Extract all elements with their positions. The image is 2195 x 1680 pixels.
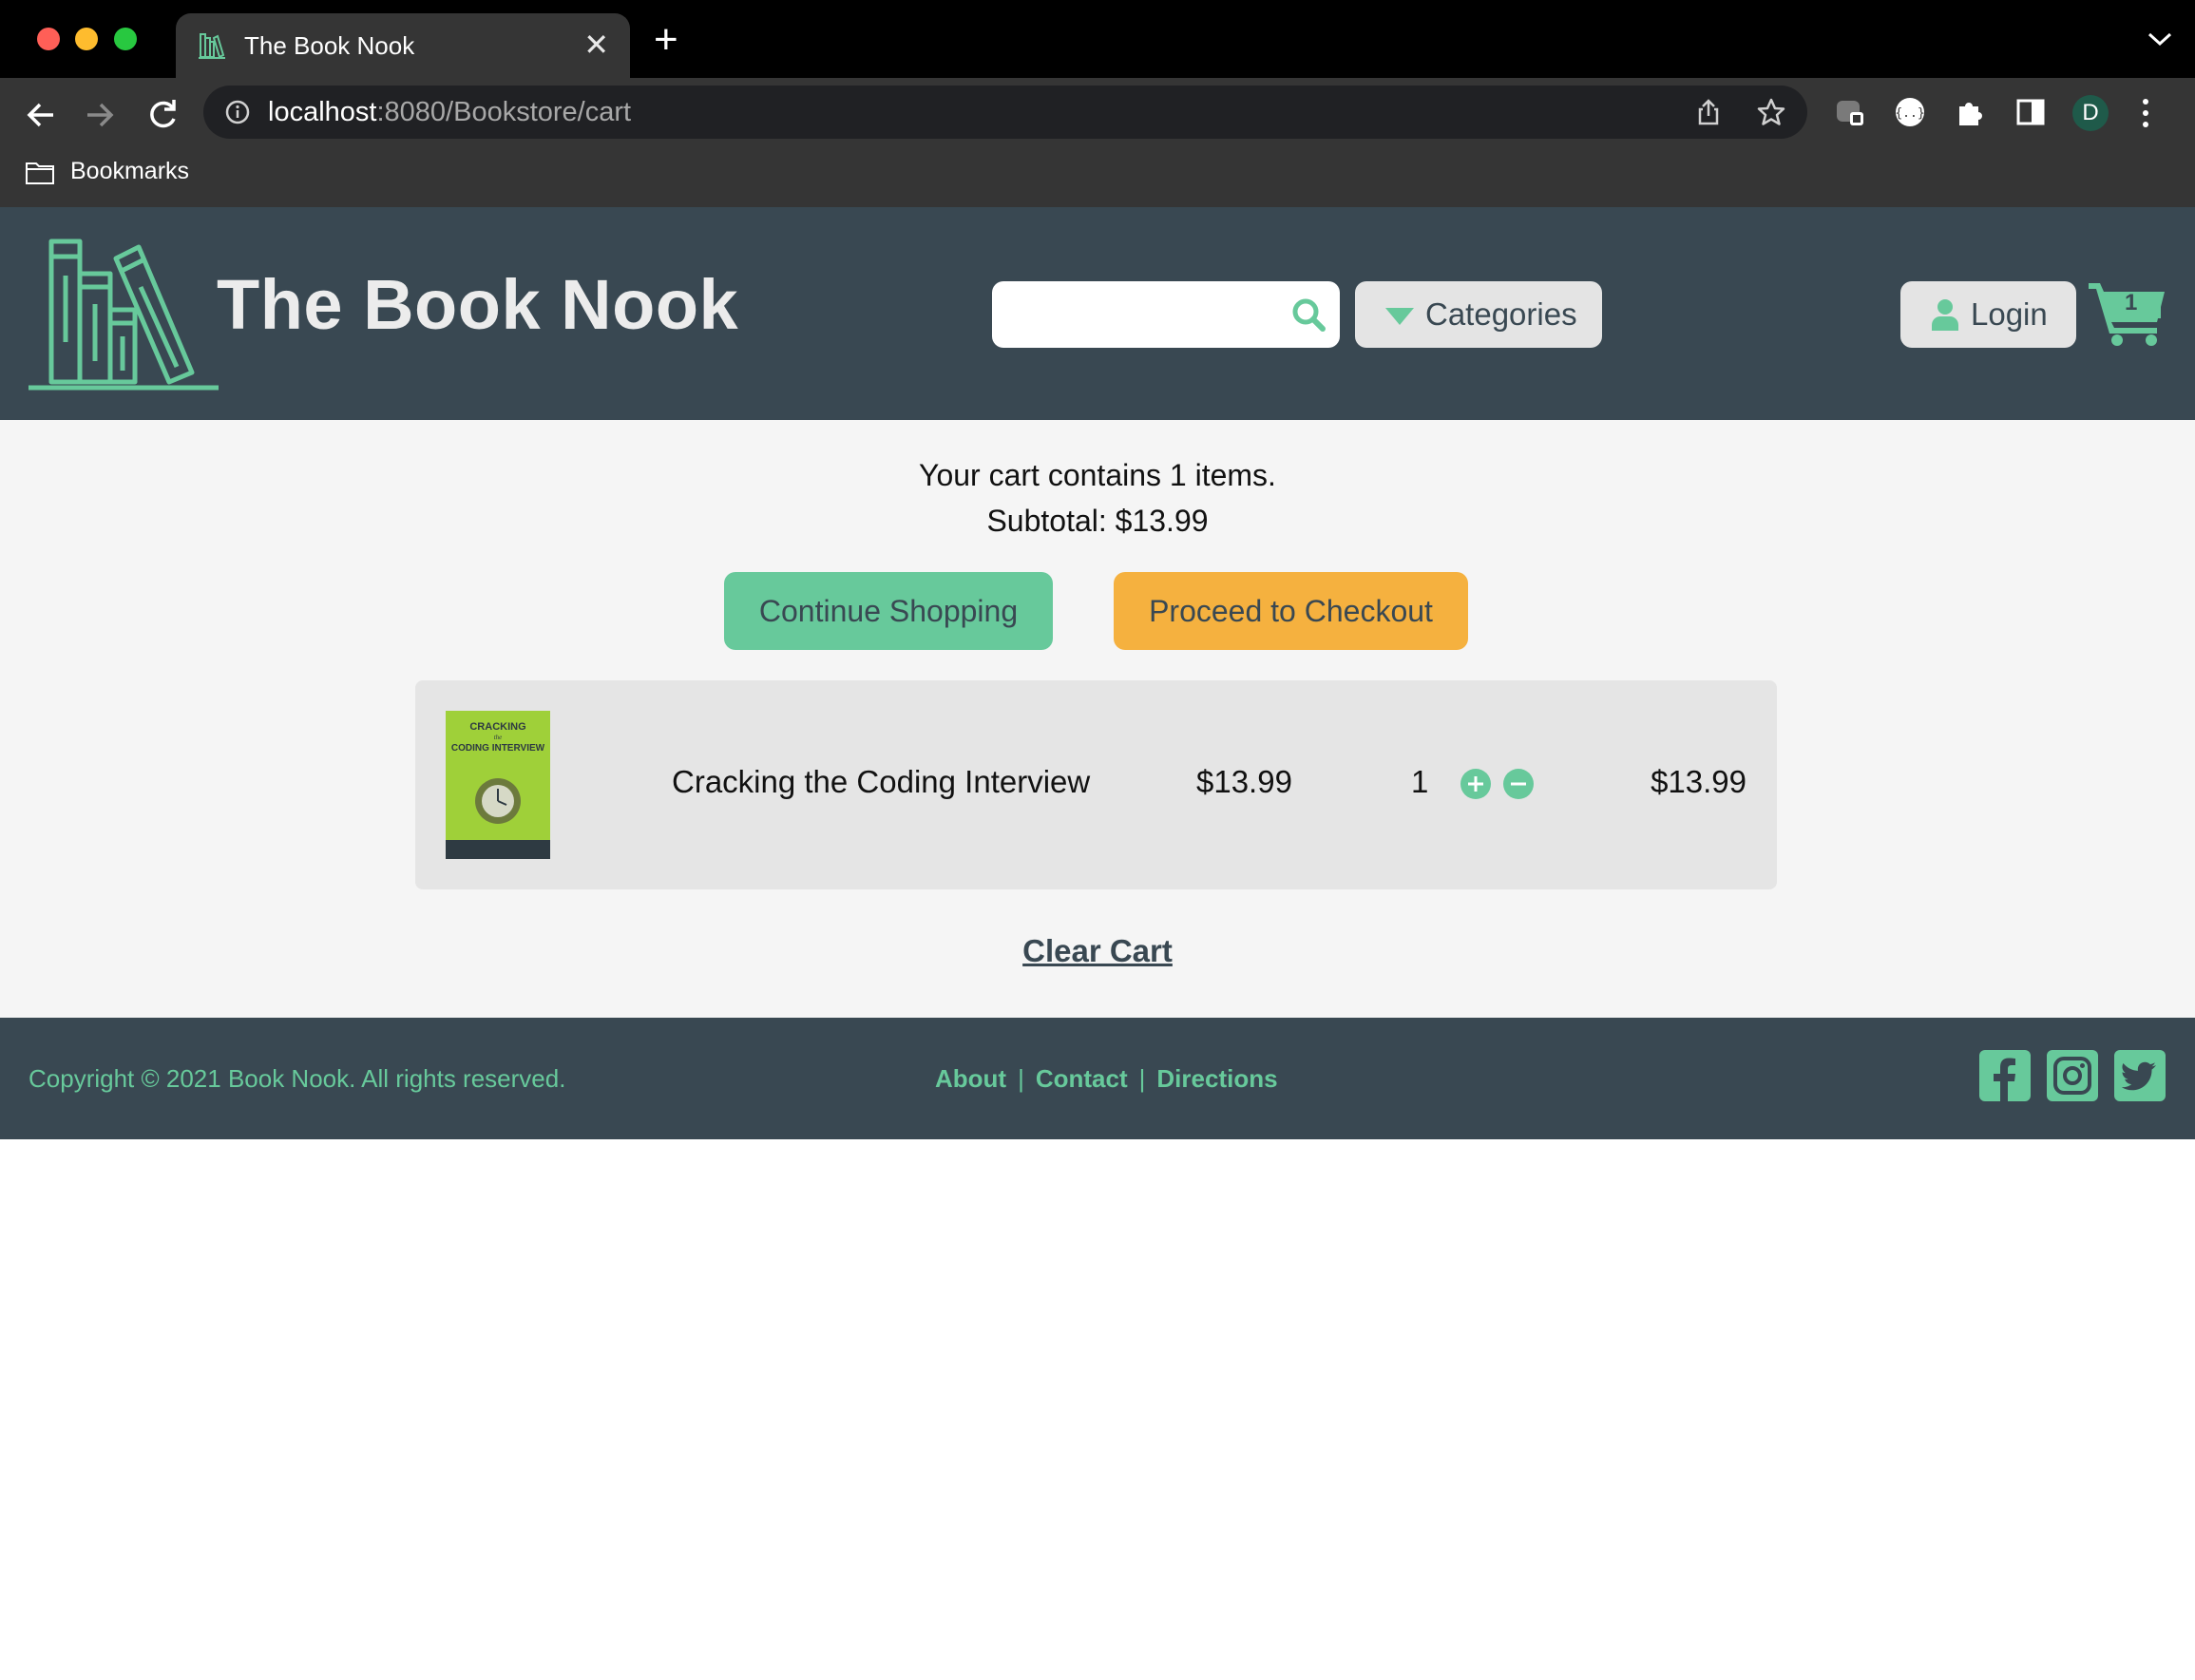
footer-copyright: Copyright © 2021 Book Nook. All rights r…	[29, 1064, 566, 1093]
share-icon[interactable]	[1693, 97, 1724, 127]
footer-link-directions[interactable]: Directions	[1156, 1064, 1277, 1093]
cart-item-title[interactable]: Cracking the Coding Interview	[672, 764, 1090, 800]
site-info-icon[interactable]	[224, 99, 251, 125]
address-bar[interactable]: localhost:8080/Bookstore/cart	[203, 86, 1807, 139]
plus-icon[interactable]	[1460, 769, 1491, 799]
svg-text:{..}: {..}	[1895, 106, 1924, 121]
footer-link-contact[interactable]: Contact	[1036, 1064, 1128, 1093]
bookmark-folder-icon[interactable]	[25, 161, 55, 185]
proceed-to-checkout-button[interactable]: Proceed to Checkout	[1114, 572, 1468, 650]
profile-avatar[interactable]: D	[2072, 95, 2109, 131]
footer-link-about[interactable]: About	[935, 1064, 1006, 1093]
facebook-icon[interactable]	[1979, 1050, 2031, 1101]
url-path: :8080/Bookstore/cart	[376, 97, 632, 127]
user-icon	[1932, 299, 1958, 331]
cart-item-unit-price: $13.99	[1196, 764, 1292, 799]
tab-search-chevron-icon[interactable]	[2146, 29, 2174, 49]
books-logo-icon[interactable]	[27, 238, 220, 391]
clear-cart-container: Clear Cart	[0, 933, 2195, 969]
cart-summary: Your cart contains 1 items. Subtotal: $1…	[0, 452, 2195, 544]
continue-shopping-button[interactable]: Continue Shopping	[724, 572, 1053, 650]
categories-dropdown-button[interactable]: Categories	[1355, 281, 1602, 348]
book-cover-title-text: CRACKING	[469, 721, 525, 733]
svg-text:the: the	[494, 734, 503, 741]
new-tab-button[interactable]: +	[654, 19, 678, 61]
twitter-icon[interactable]	[2114, 1050, 2166, 1101]
window-minimize-button[interactable]	[75, 28, 98, 50]
extensions-puzzle-icon[interactable]	[1954, 95, 1988, 129]
site-brand-title[interactable]: The Book Nook	[217, 264, 738, 345]
window-close-button[interactable]	[37, 28, 60, 50]
clear-cart-link[interactable]: Clear Cart	[1022, 933, 1173, 968]
categories-label: Categories	[1425, 296, 1577, 332]
minus-icon[interactable]	[1503, 769, 1534, 799]
extension-json-icon[interactable]: {..}	[1893, 95, 1927, 129]
bookmark-star-icon[interactable]	[1756, 97, 1786, 127]
footer-links: About | Contact | Directions	[935, 1064, 1278, 1094]
cart-item-count-text: Your cart contains 1 items.	[919, 458, 1276, 492]
window-zoom-button[interactable]	[114, 28, 137, 50]
tab-title: The Book Nook	[244, 31, 415, 60]
login-button[interactable]: Login	[1900, 281, 2076, 348]
forward-arrow-icon[interactable]	[80, 95, 120, 135]
login-label: Login	[1971, 296, 2048, 332]
svg-text:CODING INTERVIEW: CODING INTERVIEW	[451, 743, 545, 754]
cart-count-badge: 1	[2125, 290, 2138, 315]
side-panel-icon[interactable]	[2014, 95, 2048, 129]
footer-separator: |	[1018, 1064, 1024, 1093]
cart-subtotal-text: Subtotal: $13.99	[986, 504, 1209, 538]
search-input[interactable]	[1007, 293, 1277, 338]
cart-item-line-total: $13.99	[1651, 764, 1746, 799]
instagram-icon[interactable]	[2047, 1050, 2098, 1101]
caret-down-icon	[1385, 308, 1414, 325]
search-box	[992, 281, 1340, 348]
extension-ghost-icon[interactable]	[1833, 95, 1867, 129]
browser-menu-icon[interactable]	[2140, 95, 2151, 131]
book-cover-image[interactable]: CRACKING the CODING INTERVIEW	[446, 711, 550, 859]
url-host: localhost	[268, 97, 377, 127]
browser-tabstrip: The Book Nook ✕ +	[0, 0, 2195, 78]
browser-tab[interactable]: The Book Nook ✕	[176, 13, 630, 78]
bookmarks-folder-label[interactable]: Bookmarks	[70, 158, 189, 185]
footer-separator: |	[1138, 1064, 1146, 1093]
tab-close-icon[interactable]: ✕	[583, 29, 609, 60]
books-favicon-icon	[199, 33, 225, 59]
back-arrow-icon[interactable]	[21, 95, 61, 135]
search-icon[interactable]	[1290, 296, 1327, 333]
reload-icon[interactable]	[143, 95, 182, 135]
cart-item-row: CRACKING the CODING INTERVIEW Cracking t…	[415, 680, 1777, 889]
url-text: localhost:8080/Bookstore/cart	[268, 97, 631, 128]
cart-item-quantity: 1	[1411, 764, 1429, 799]
